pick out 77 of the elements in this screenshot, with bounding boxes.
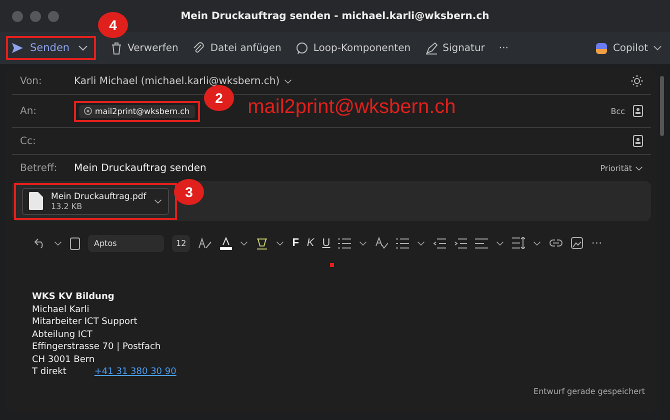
- toolbar-button[interactable]: Datei anfügen: [192, 42, 282, 54]
- signature-line: Effingerstrasse 70 | Postfach: [32, 341, 162, 354]
- italic-button[interactable]: K: [306, 237, 314, 249]
- more-button[interactable]: ···: [498, 42, 508, 54]
- numbered-list-icon[interactable]: [396, 238, 410, 248]
- phone-label: T direkt: [32, 366, 66, 378]
- signature-line: CH 3001 Bern: [32, 354, 96, 366]
- send-icon: [11, 42, 24, 54]
- underline-button[interactable]: U: [322, 237, 330, 249]
- signature-line: Abteilung ICT: [32, 328, 94, 341]
- file-size: 13.2 KB: [51, 202, 84, 210]
- caret-icon: [635, 166, 643, 170]
- speech-bubble-icon: [295, 42, 308, 54]
- signature-line: Michael Karli: [32, 304, 90, 316]
- caret-icon[interactable]: [533, 240, 542, 246]
- spelling-icon[interactable]: [375, 237, 388, 249]
- bcc-button[interactable]: Bcc: [610, 106, 625, 116]
- cursor-marker: [330, 263, 334, 267]
- copilot-logo: [594, 42, 608, 54]
- bullet-list-icon[interactable]: [338, 238, 352, 248]
- contact-book-icon[interactable]: [633, 105, 643, 117]
- undo-icon[interactable]: [34, 237, 46, 249]
- sun-icon[interactable]: [631, 75, 643, 87]
- file-name: Mein Druckauftrag.pdf: [51, 192, 146, 202]
- caret-icon[interactable]: [496, 240, 504, 246]
- caret-icon[interactable]: [54, 240, 62, 246]
- phone-link[interactable]: +41 31 380 30 90: [94, 366, 176, 378]
- contact-book-icon[interactable]: [633, 135, 643, 147]
- field-label: Betreff:: [20, 162, 58, 174]
- link-icon[interactable]: [549, 239, 564, 247]
- status-text: Entwurf gerade gespeichert: [534, 386, 645, 396]
- caret-icon[interactable]: [276, 240, 284, 246]
- callout-badge: 3: [174, 178, 204, 204]
- caret-icon[interactable]: [240, 240, 248, 246]
- signature-line: Mitarbeiter ICT Support: [32, 316, 138, 328]
- subject-field[interactable]: Mein Druckauftrag senden: [74, 162, 206, 174]
- field-label: Von:: [20, 76, 43, 86]
- field-label: An:: [20, 106, 38, 116]
- image-icon[interactable]: [571, 237, 584, 249]
- send-button[interactable]: Senden: [11, 42, 70, 54]
- font-dropdown[interactable]: Aptos: [88, 234, 164, 252]
- clipboard-icon[interactable]: [70, 236, 80, 250]
- callout-badge: 2: [204, 84, 234, 110]
- decrease-indent-icon[interactable]: [433, 238, 446, 248]
- caret-icon[interactable]: [78, 45, 88, 51]
- annotation-text: mail2print@wksbern.ch: [248, 96, 456, 118]
- file-icon: [29, 192, 43, 210]
- caret-icon[interactable]: [359, 240, 368, 246]
- increase-indent-icon[interactable]: [454, 238, 468, 248]
- attachment-card[interactable]: Mein Druckauftrag.pdf 13.2 KB: [22, 188, 170, 214]
- sender-dropdown[interactable]: Karli Michael (michael.karli@wksbern.ch): [74, 76, 292, 86]
- align-icon[interactable]: [475, 238, 488, 248]
- toolbar-button[interactable]: Verwerfen: [110, 42, 178, 54]
- field-label: Cc:: [20, 136, 37, 146]
- scrollbar[interactable]: [660, 76, 664, 136]
- font-color-icon[interactable]: [220, 236, 232, 250]
- radio-icon: [84, 107, 92, 115]
- recipient-chip[interactable]: mail2print@wksbern.ch: [79, 104, 195, 118]
- bold-button[interactable]: F: [292, 237, 299, 249]
- signature-line: WKS KV Bildung: [32, 291, 116, 304]
- highlighter-icon[interactable]: [256, 236, 268, 250]
- caret-icon: [653, 45, 662, 51]
- copilot-button[interactable]: Copilot: [594, 42, 662, 54]
- toolbar-button[interactable]: Loop-Komponenten: [295, 42, 411, 54]
- caret-icon: [284, 78, 292, 84]
- more-button[interactable]: ···: [591, 237, 602, 249]
- format-painter-icon[interactable]: [198, 237, 212, 249]
- priority-dropdown[interactable]: Priorität: [600, 164, 643, 172]
- caret-icon[interactable]: [417, 240, 426, 246]
- line-spacing-icon[interactable]: [512, 237, 526, 249]
- toolbar-button[interactable]: Signatur: [424, 42, 485, 54]
- caret-icon[interactable]: [154, 198, 162, 204]
- font-size-dropdown[interactable]: 12: [172, 234, 190, 252]
- paperclip-icon: [192, 42, 206, 54]
- pen-icon: [424, 42, 438, 54]
- window-title: Mein Druckauftrag senden - michael.karli@wksbern.ch: [180, 10, 490, 22]
- trash-icon: [110, 42, 123, 54]
